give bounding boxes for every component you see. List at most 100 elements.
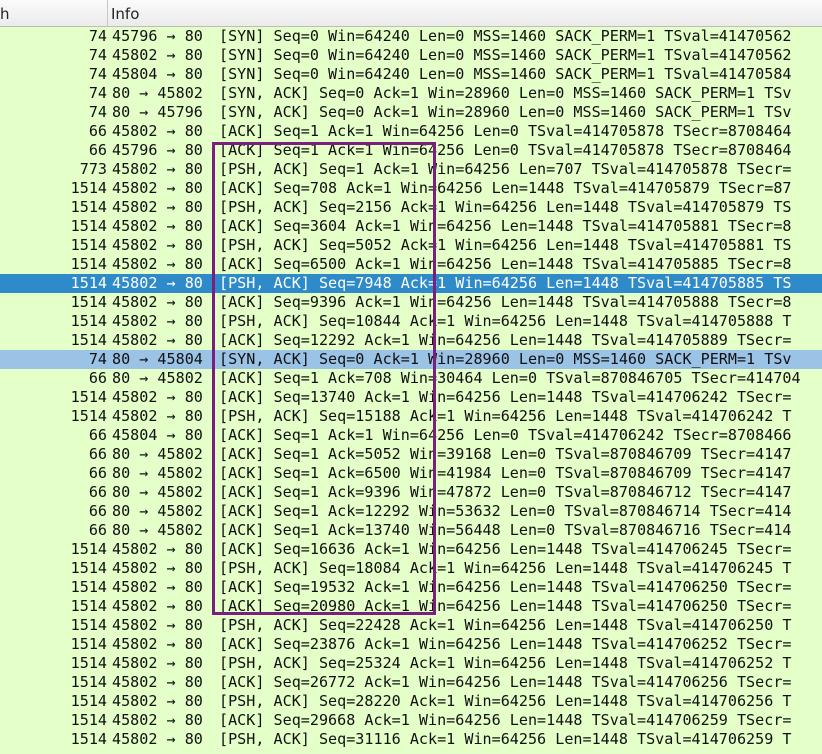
packet-ports: 45802 → 80 — [112, 122, 203, 140]
packet-info: [PSH, ACK] Seq=10844 Ack=1 Win=64256 Len… — [219, 312, 792, 330]
packet-info: [PSH, ACK] Seq=28220 Ack=1 Win=64256 Len… — [219, 692, 792, 710]
packet-row[interactable]: 1514 45802 → 80 [ACK] Seq=6500 Ack=1 Win=6… — [0, 255, 822, 274]
packet-row[interactable]: 1514 45802 → 80 [PSH, ACK] Seq=15188 Ack=1… — [0, 407, 822, 426]
packet-row[interactable]: 1514 45802 → 80 [PSH, ACK] Seq=2156 Ack=1 … — [0, 198, 822, 217]
packet-info: [ACK] Seq=9396 Ack=1 Win=64256 Len=1448 … — [219, 293, 792, 311]
packet-info: [ACK] Seq=6500 Ack=1 Win=64256 Len=1448 … — [219, 255, 792, 273]
packet-length: 1514 — [70, 635, 107, 653]
packet-ports: 80 → 45802 — [112, 521, 203, 539]
packet-row[interactable]: 1514 45802 → 80 [ACK] Seq=16636 Ack=1 Win=… — [0, 540, 822, 559]
packet-ports: 45802 → 80 — [112, 635, 203, 653]
packet-ports: 80 → 45802 — [112, 369, 203, 387]
packet-length: 74 — [88, 84, 107, 102]
packet-info: [ACK] Seq=13740 Ack=1 Win=64256 Len=1448… — [219, 388, 792, 406]
packet-row[interactable]: 66 80 → 45802 [ACK] Seq=1 Ack=6500 Win=419… — [0, 464, 822, 483]
packet-length: 1514 — [70, 236, 107, 254]
packet-ports: 45802 → 80 — [112, 179, 203, 197]
packet-row[interactable]: 1514 45802 → 80 [ACK] Seq=26772 Ack=1 Win=… — [0, 673, 822, 692]
packet-info: [ACK] Seq=1 Ack=1 Win=64256 Len=0 TSval=… — [219, 122, 792, 140]
packet-info: [ACK] Seq=1 Ack=6500 Win=41984 Len=0 TSv… — [219, 464, 792, 482]
packet-row[interactable]: 74 80 → 45796 [SYN, ACK] Seq=0 Ack=1 Win=2… — [0, 103, 822, 122]
packet-row[interactable]: 1514 45802 → 80 [PSH, ACK] Seq=10844 Ack=1… — [0, 312, 822, 331]
packet-row[interactable]: 1514 45802 → 80 [ACK] Seq=3604 Ack=1 Win=6… — [0, 217, 822, 236]
packet-row[interactable]: 66 45804 → 80 [ACK] Seq=1 Ack=1 Win=64256 … — [0, 426, 822, 445]
packet-info: [ACK] Seq=1 Ack=1 Win=64256 Len=0 TSval=… — [219, 141, 792, 159]
packet-row[interactable]: 1514 45802 → 80 [ACK] Seq=12292 Ack=1 Win=… — [0, 331, 822, 350]
packet-info: [ACK] Seq=1 Ack=708 Win=30464 Len=0 TSva… — [219, 369, 801, 387]
packet-row[interactable]: 66 45802 → 80 [ACK] Seq=1 Ack=1 Win=64256 … — [0, 122, 822, 141]
packet-length: 1514 — [70, 293, 107, 311]
packet-row[interactable]: 74 45796 → 80 [SYN] Seq=0 Win=64240 Len=0 … — [0, 27, 822, 46]
packet-row[interactable]: 1514 45802 → 80 [ACK] Seq=9396 Ack=1 Win=6… — [0, 293, 822, 312]
packet-row[interactable]: 74 45804 → 80 [SYN] Seq=0 Win=64240 Len=0 … — [0, 65, 822, 84]
packet-row[interactable]: 1514 45802 → 80 [PSH, ACK] Seq=28220 Ack=1… — [0, 692, 822, 711]
packet-info: [ACK] Seq=19532 Ack=1 Win=64256 Len=1448… — [219, 578, 792, 596]
packet-length: 1514 — [70, 654, 107, 672]
packet-length: 1514 — [70, 673, 107, 691]
packet-ports: 45804 → 80 — [112, 65, 203, 83]
packet-info: [ACK] Seq=3604 Ack=1 Win=64256 Len=1448 … — [219, 217, 792, 235]
packet-info: [PSH, ACK] Seq=31116 Ack=1 Win=64256 Len… — [219, 730, 792, 748]
column-header-info[interactable]: Info — [111, 0, 139, 26]
packet-row[interactable]: 1514 45802 → 80 [PSH, ACK] Seq=18084 Ack=1… — [0, 559, 822, 578]
packet-length: 74 — [88, 350, 107, 368]
packet-row[interactable]: 66 45796 → 80 [ACK] Seq=1 Ack=1 Win=64256 … — [0, 141, 822, 160]
packet-length: 1514 — [70, 217, 107, 235]
packet-ports: 45802 → 80 — [112, 730, 203, 748]
packet-ports: 45802 → 80 — [112, 711, 203, 729]
packet-length: 74 — [88, 46, 107, 64]
packet-ports: 45802 → 80 — [112, 255, 203, 273]
packet-row[interactable]: 66 80 → 45802 [ACK] Seq=1 Ack=5052 Win=391… — [0, 445, 822, 464]
packet-length: 1514 — [70, 597, 107, 615]
packet-row[interactable]: 1514 45802 → 80 [PSH, ACK] Seq=31116 Ack=1… — [0, 730, 822, 749]
packet-length: 1514 — [70, 711, 107, 729]
packet-info: [ACK] Seq=20980 Ack=1 Win=64256 Len=1448… — [219, 597, 792, 615]
packet-info: [ACK] Seq=1 Ack=1 Win=64256 Len=0 TSval=… — [219, 426, 792, 444]
packet-ports: 80 → 45802 — [112, 464, 203, 482]
packet-row[interactable]: 1514 45802 → 80 [PSH, ACK] Seq=25324 Ack=1… — [0, 654, 822, 673]
packet-length: 74 — [88, 27, 107, 45]
packet-info: [SYN, ACK] Seq=0 Ack=1 Win=28960 Len=0 M… — [219, 84, 792, 102]
packet-ports: 80 → 45802 — [112, 84, 203, 102]
packet-row[interactable]: 74 80 → 45802 [SYN, ACK] Seq=0 Ack=1 Win=2… — [0, 84, 822, 103]
packet-row[interactable]: 1514 45802 → 80 [ACK] Seq=20980 Ack=1 Win=… — [0, 597, 822, 616]
packet-list[interactable]: 74 45796 → 80 [SYN] Seq=0 Win=64240 Len=0 … — [0, 27, 822, 749]
packet-length: 66 — [88, 445, 107, 463]
packet-info: [ACK] Seq=1 Ack=5052 Win=39168 Len=0 TSv… — [219, 445, 792, 463]
packet-ports: 45802 → 80 — [112, 654, 203, 672]
packet-row[interactable]: 1514 45802 → 80 [ACK] Seq=29668 Ack=1 Win=… — [0, 711, 822, 730]
packet-info: [SYN] Seq=0 Win=64240 Len=0 MSS=1460 SAC… — [219, 46, 792, 64]
packet-ports: 45802 → 80 — [112, 236, 203, 254]
packet-row[interactable]: 66 80 → 45802 [ACK] Seq=1 Ack=12292 Win=53… — [0, 502, 822, 521]
packet-row[interactable]: 66 80 → 45802 [ACK] Seq=1 Ack=708 Win=3046… — [0, 369, 822, 388]
packet-info: [ACK] Seq=29668 Ack=1 Win=64256 Len=1448… — [219, 711, 792, 729]
packet-info: [SYN] Seq=0 Win=64240 Len=0 MSS=1460 SAC… — [219, 27, 792, 45]
column-header-length[interactable]: h — [0, 0, 108, 26]
packet-row[interactable]: 773 45802 → 80 [PSH, ACK] Seq=1 Ack=1 Win=… — [0, 160, 822, 179]
packet-info: [SYN, ACK] Seq=0 Ack=1 Win=28960 Len=0 M… — [219, 350, 792, 368]
packet-ports: 45802 → 80 — [112, 578, 203, 596]
packet-row[interactable]: 66 80 → 45802 [ACK] Seq=1 Ack=9396 Win=478… — [0, 483, 822, 502]
packet-length: 1514 — [70, 730, 107, 748]
packet-ports: 45796 → 80 — [112, 27, 203, 45]
packet-length: 66 — [88, 122, 107, 140]
packet-row[interactable]: 74 45802 → 80 [SYN] Seq=0 Win=64240 Len=0 … — [0, 46, 822, 65]
packet-row[interactable]: 1514 45802 → 80 [ACK] Seq=708 Ack=1 Win=64… — [0, 179, 822, 198]
packet-info: [SYN] Seq=0 Win=64240 Len=0 MSS=1460 SAC… — [219, 65, 792, 83]
packet-length: 66 — [88, 521, 107, 539]
packet-length: 1514 — [70, 331, 107, 349]
packet-row[interactable]: 1514 45802 → 80 [ACK] Seq=19532 Ack=1 Win=… — [0, 578, 822, 597]
packet-length: 66 — [88, 464, 107, 482]
packet-row[interactable]: 66 80 → 45802 [ACK] Seq=1 Ack=13740 Win=56… — [0, 521, 822, 540]
packet-row[interactable]: 1514 45802 → 80 [PSH, ACK] Seq=22428 Ack=1… — [0, 616, 822, 635]
packet-row[interactable]: 1514 45802 → 80 [PSH, ACK] Seq=5052 Ack=1 … — [0, 236, 822, 255]
packet-row[interactable]: 1514 45802 → 80 [ACK] Seq=23876 Ack=1 Win=… — [0, 635, 822, 654]
packet-info: [PSH, ACK] Seq=7948 Ack=1 Win=64256 Len=… — [219, 274, 792, 292]
packet-row[interactable]: 1514 45802 → 80 [PSH, ACK] Seq=7948 Ack=1 … — [0, 274, 822, 293]
packet-row[interactable]: 1514 45802 → 80 [ACK] Seq=13740 Ack=1 Win=… — [0, 388, 822, 407]
packet-ports: 80 → 45802 — [112, 483, 203, 501]
packet-info: [ACK] Seq=1 Ack=13740 Win=56448 Len=0 TS… — [219, 521, 792, 539]
packet-ports: 45802 → 80 — [112, 540, 203, 558]
packet-length: 1514 — [70, 540, 107, 558]
packet-row[interactable]: 74 80 → 45804 [SYN, ACK] Seq=0 Ack=1 Win=2… — [0, 350, 822, 369]
